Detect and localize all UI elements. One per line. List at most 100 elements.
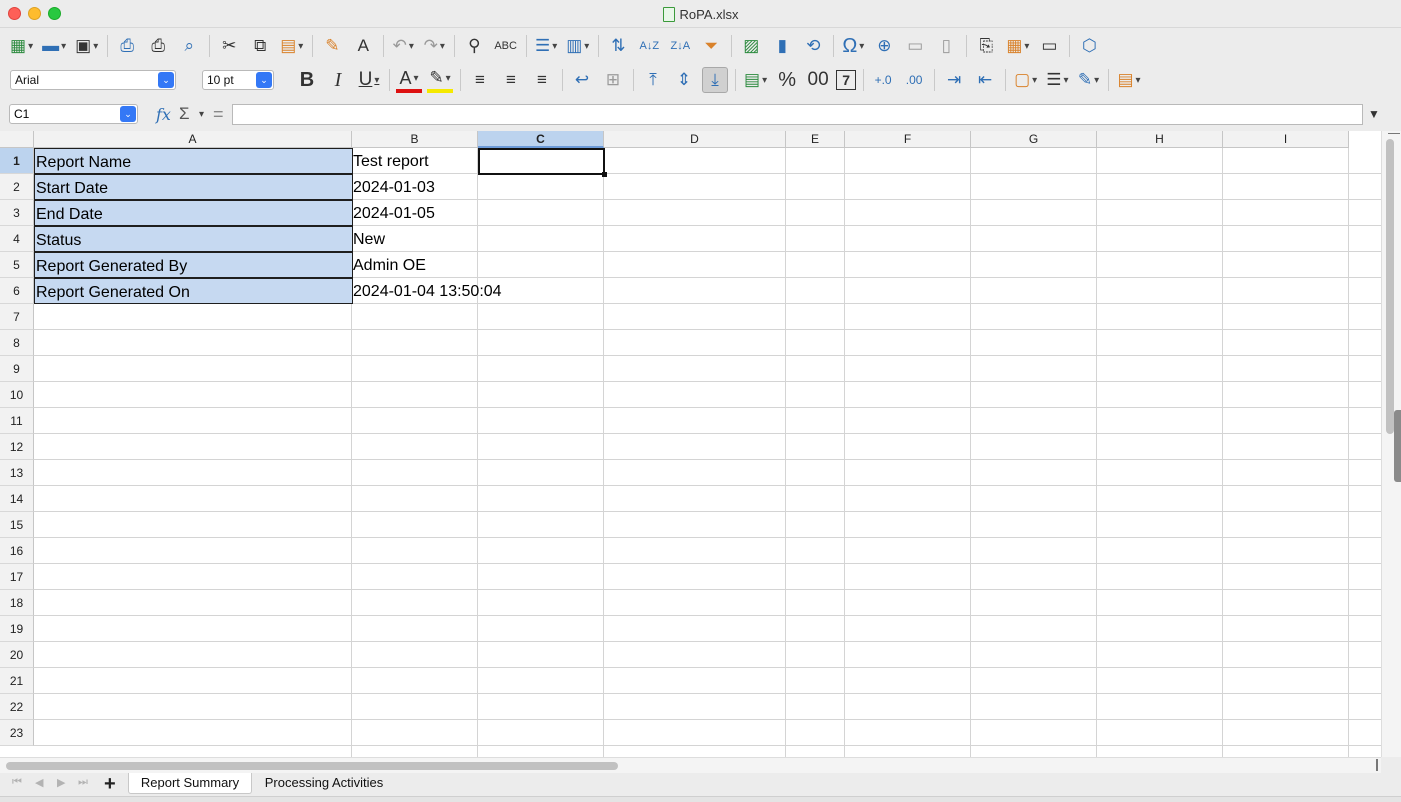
print-preview-icon[interactable]: ⌕ xyxy=(176,33,202,59)
sort-icon[interactable]: ⇅ xyxy=(605,33,631,59)
cell-a6[interactable]: Report Generated On xyxy=(34,278,353,304)
column-header-i[interactable]: I xyxy=(1223,131,1349,148)
align-left-icon[interactable]: ≡ xyxy=(467,67,493,93)
border-style-icon[interactable]: ☰ xyxy=(1044,67,1070,93)
export-pdf-icon[interactable]: ⎙ xyxy=(114,33,140,59)
save-icon[interactable]: ▣ xyxy=(73,33,100,59)
row-header-2[interactable]: 2 xyxy=(0,174,34,200)
highlight-color-icon[interactable]: ✎ xyxy=(427,67,453,93)
open-folder-icon[interactable]: ▬ xyxy=(40,33,68,59)
wrap-text-icon[interactable]: ↩ xyxy=(569,67,595,93)
horizontal-scroll-thumb[interactable] xyxy=(6,762,618,770)
row-header-3[interactable]: 3 xyxy=(0,200,34,226)
row-header-23[interactable]: 23 xyxy=(0,720,34,746)
cell-b4[interactable]: New xyxy=(352,226,385,252)
row-header-8[interactable]: 8 xyxy=(0,330,34,356)
cell-a2[interactable]: Start Date xyxy=(34,174,353,200)
spellcheck-icon[interactable]: ABC xyxy=(492,33,519,59)
function-wizard-button[interactable]: fx xyxy=(156,105,171,124)
align-top-icon[interactable]: ⤒ xyxy=(640,67,666,93)
row-header-21[interactable]: 21 xyxy=(0,668,34,694)
column-header-a[interactable]: A xyxy=(34,131,352,148)
define-print-area-icon[interactable]: ⎘ xyxy=(973,33,999,59)
chevron-down-icon[interactable]: ⌄ xyxy=(120,106,136,122)
row-header-5[interactable]: 5 xyxy=(0,252,34,278)
row-header-12[interactable]: 12 xyxy=(0,434,34,460)
date-format-button[interactable]: 7 xyxy=(836,70,857,90)
sort-descending-icon[interactable]: Z↓A xyxy=(667,33,693,59)
align-center-icon[interactable]: ≡ xyxy=(498,67,524,93)
row-header-20[interactable]: 20 xyxy=(0,642,34,668)
cut-icon[interactable]: ✂ xyxy=(216,33,242,59)
cell-b1[interactable]: Test report xyxy=(352,148,429,174)
align-right-icon[interactable]: ≡ xyxy=(529,67,555,93)
row-header-14[interactable]: 14 xyxy=(0,486,34,512)
underline-button[interactable]: U xyxy=(356,67,382,93)
select-all-corner[interactable] xyxy=(0,131,34,148)
new-document-icon[interactable]: ▦ xyxy=(8,33,35,59)
tab-processing-activities[interactable]: Processing Activities xyxy=(254,773,394,794)
sidebar-toggle[interactable] xyxy=(1394,410,1401,482)
decrease-indent-icon[interactable]: ⇤ xyxy=(972,67,998,93)
tab-report-summary[interactable]: Report Summary xyxy=(128,773,252,794)
column-header-f[interactable]: F xyxy=(845,131,971,148)
redo-icon[interactable]: ↷ xyxy=(421,33,447,59)
row-header-6[interactable]: 6 xyxy=(0,278,34,304)
undo-icon[interactable]: ↶ xyxy=(390,33,416,59)
insert-image-icon[interactable]: ▨ xyxy=(738,33,764,59)
paste-icon[interactable]: ▤ xyxy=(278,33,305,59)
column-header-c[interactable]: C xyxy=(478,131,604,148)
add-decimal-button[interactable]: +.0 xyxy=(870,67,896,93)
percent-format-button[interactable]: % xyxy=(774,67,800,93)
draw-shapes-icon[interactable]: ⬡ xyxy=(1076,33,1102,59)
column-header-b[interactable]: B xyxy=(352,131,478,148)
autofilter-icon[interactable]: ⏷ xyxy=(698,33,724,59)
font-color-button[interactable]: A xyxy=(396,67,422,93)
name-box[interactable]: C1 ⌄ xyxy=(9,104,138,124)
chevron-down-icon[interactable]: ▾ xyxy=(199,109,204,120)
row-header-11[interactable]: 11 xyxy=(0,408,34,434)
row-header-22[interactable]: 22 xyxy=(0,694,34,720)
delete-decimal-button[interactable]: .00 xyxy=(901,67,927,93)
cell-a1[interactable]: Report Name xyxy=(34,148,353,174)
number-format-button[interactable]: 00 xyxy=(805,67,831,93)
chevron-down-icon[interactable]: ⌄ xyxy=(256,72,272,88)
font-name-combo[interactable]: Arial ⌄ xyxy=(10,70,176,90)
copy-icon[interactable]: ⧉ xyxy=(247,33,273,59)
expand-formula-bar-icon[interactable]: ▼ xyxy=(1368,107,1380,121)
cell-a4[interactable]: Status xyxy=(34,226,353,252)
next-sheet-icon[interactable]: ▶ xyxy=(57,776,65,789)
bold-button[interactable]: B xyxy=(294,67,320,93)
column-header-e[interactable]: E xyxy=(786,131,845,148)
last-sheet-icon[interactable]: ⏭ xyxy=(78,776,88,789)
column-header-d[interactable]: D xyxy=(604,131,786,148)
insert-column-icon[interactable]: ▥ xyxy=(564,33,591,59)
clone-formatting-icon[interactable]: ✎ xyxy=(319,33,345,59)
merge-cells-icon[interactable]: ⊞ xyxy=(600,67,626,93)
row-header-4[interactable]: 4 xyxy=(0,226,34,252)
print-icon[interactable]: ⎙ xyxy=(145,33,171,59)
horizontal-scrollbar[interactable] xyxy=(0,757,1381,773)
cell-b6[interactable]: 2024-01-04 13:50:04 xyxy=(352,278,502,304)
column-header-g[interactable]: G xyxy=(971,131,1097,148)
row-header-13[interactable]: 13 xyxy=(0,460,34,486)
chevron-down-icon[interactable]: ⌄ xyxy=(158,72,174,88)
font-size-combo[interactable]: 10 pt ⌄ xyxy=(202,70,274,90)
header-footer-icon[interactable]: ▯ xyxy=(933,33,959,59)
add-sheet-button[interactable]: + xyxy=(104,773,116,796)
hyperlink-icon[interactable]: ⊕ xyxy=(871,33,897,59)
cell-a3[interactable]: End Date xyxy=(34,200,353,226)
cell-b3[interactable]: 2024-01-05 xyxy=(352,200,435,226)
freeze-panes-icon[interactable]: ▦ xyxy=(1004,33,1031,59)
row-header-7[interactable]: 7 xyxy=(0,304,34,330)
spreadsheet-grid[interactable]: A B C D E F G H I 1 2 3 4 5 6 7 8 9 10 11 12 13 14 15 16 17 18 19 20… xyxy=(0,131,1381,757)
borders-icon[interactable]: ▢ xyxy=(1012,67,1039,93)
find-replace-icon[interactable]: ⚲ xyxy=(461,33,487,59)
cell-b2[interactable]: 2024-01-03 xyxy=(352,174,435,200)
row-header-18[interactable]: 18 xyxy=(0,590,34,616)
formula-input[interactable] xyxy=(232,104,1363,125)
column-header-h[interactable]: H xyxy=(1097,131,1223,148)
clear-formatting-icon[interactable]: A xyxy=(350,33,376,59)
insert-row-icon[interactable]: ☰ xyxy=(533,33,559,59)
conditional-format-icon[interactable]: ▤ xyxy=(1115,67,1142,93)
